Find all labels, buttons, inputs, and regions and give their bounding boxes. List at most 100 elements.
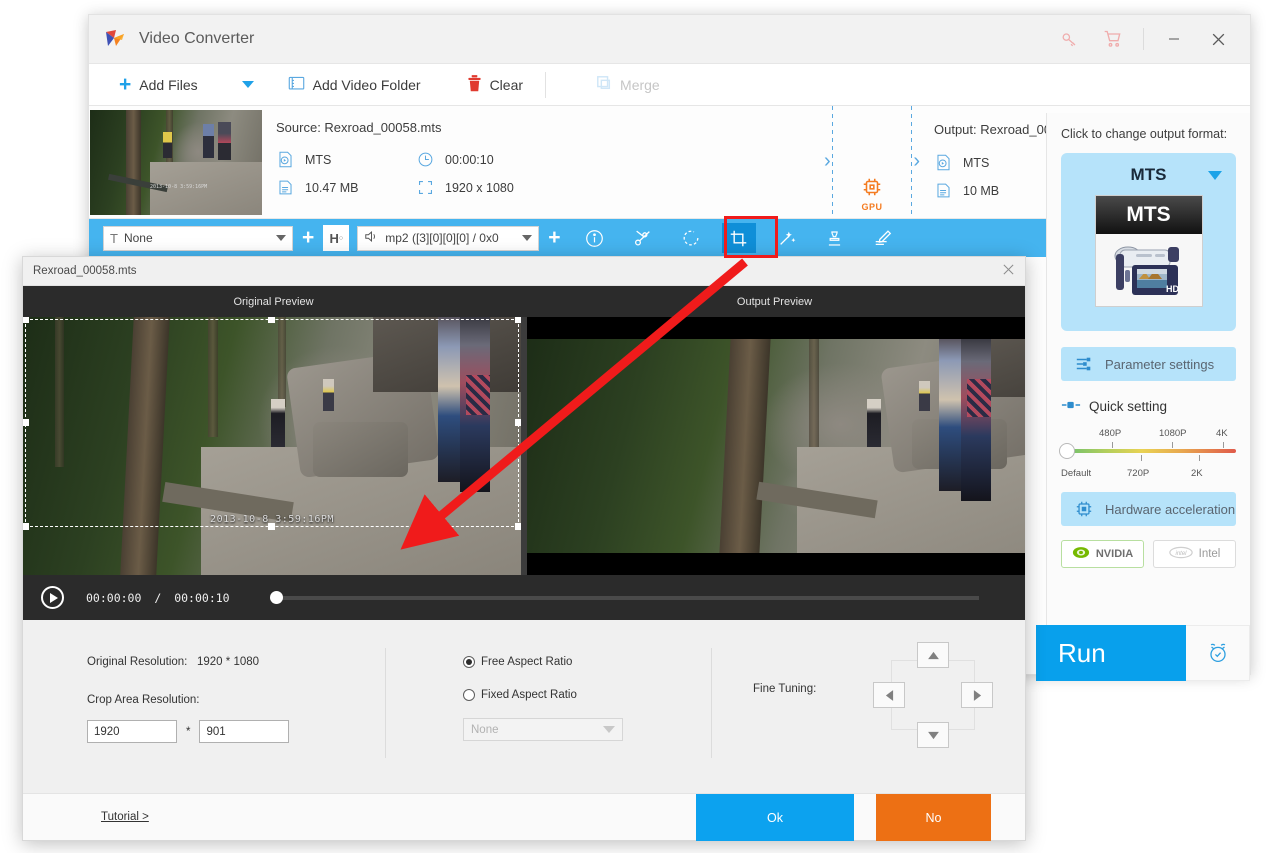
clock-icon [416,151,434,168]
source-resolution-label: 1920 x 1080 [445,180,514,195]
crop-settings-body: Original Resolution: 1920 * 1080 Crop Ar… [23,620,1025,820]
source-duration-label: 00:00:10 [445,152,494,167]
title-bar: Video Converter [89,15,1250,64]
seek-handle[interactable] [269,590,283,604]
add-files-dropdown[interactable] [208,64,264,105]
close-icon[interactable] [1196,15,1240,64]
add-files-button[interactable]: + Add Files [89,64,208,105]
video-file-icon-out [934,154,952,171]
effect-wand-icon[interactable] [770,223,804,253]
gpu-vendor-options: NVIDIA intel Intel [1061,540,1236,568]
source-duration: 00:00:10 [416,151,556,168]
crop-dialog-title: Rexroad_00058.mts [33,265,137,277]
svg-text:HD: HD [1166,284,1179,294]
subtitle-select[interactable]: T None [103,225,293,251]
tick-4k: 4K [1216,428,1228,439]
seek-bar[interactable] [269,590,979,604]
clear-button[interactable]: Clear [431,64,533,105]
cart-icon[interactable] [1091,15,1135,64]
crop-width-input[interactable]: 1920 [87,720,177,743]
subtitle-value: None [123,231,153,245]
fine-tuning-column: Fine Tuning: [753,680,816,695]
original-preview-pane[interactable]: 2013-10-8 3:59:16PM [23,317,527,575]
output-size-label: 10 MB [963,183,1000,198]
crop-width-value: 1920 [94,725,120,738]
fixed-aspect-ratio-option[interactable]: Fixed Aspect Ratio [463,689,623,701]
add-files-label: Add Files [139,76,198,93]
trash-icon [467,74,482,95]
arrow-up-icon[interactable] [917,642,949,668]
folder-video-icon [288,75,305,94]
crop-height-input[interactable]: 901 [199,720,290,743]
watermark-stamp-icon[interactable] [818,223,852,253]
free-aspect-ratio-label: Free Aspect Ratio [481,656,573,668]
output-format-card[interactable]: MTS MTS HD [1061,153,1236,331]
arrow-right-icon[interactable] [961,682,993,708]
titlebar-divider [1143,28,1144,50]
close-icon-crop-dialog[interactable] [1002,263,1015,279]
tutorial-link[interactable]: Tutorial > [101,811,149,823]
hdr-label: H [329,230,339,246]
chip-icon [1075,500,1093,518]
source-size-label: 10.47 MB [305,180,359,195]
plus-icon: + [119,73,132,96]
radio-free-aspect[interactable] [463,656,475,668]
hardware-acceleration-button[interactable]: Hardware acceleration [1061,492,1236,526]
quick-setting-header: Quick setting [1061,399,1236,414]
nvidia-option[interactable]: NVIDIA [1061,540,1144,568]
multiply-symbol: * [186,725,191,738]
video-converter-logo [103,27,127,51]
subtitle-edit-icon[interactable] [866,223,900,253]
source-info: Source: Rexroad_00058.mts MTS 10.47 MB 0… [262,106,824,218]
rotate-icon[interactable] [674,223,708,253]
arrow-left-icon[interactable] [873,682,905,708]
hdr-button[interactable]: H ○ [323,225,350,251]
merge-label: Merge [620,76,660,93]
quality-slider[interactable]: 480P 1080P 4K Default 720P 2K [1059,428,1236,486]
run-label: Run [1058,637,1106,668]
radio-fixed-aspect[interactable] [463,689,475,701]
no-button[interactable]: No [876,794,991,841]
alarm-clock-icon[interactable] [1186,625,1250,681]
audio-select[interactable]: mp2 ([3][0][0][0] / 0x0 [357,225,540,251]
original-resolution-label: Original Resolution: [87,656,188,668]
main-toolbar: + Add Files Add Video Folder Clear Merge [89,64,1250,106]
time-separator: / [154,590,162,605]
intel-option[interactable]: intel Intel [1153,540,1236,568]
run-button[interactable]: Run [1036,625,1186,681]
thumbnail-timestamp: 2013-10-8 3:59:16PM [150,184,208,190]
play-icon[interactable] [41,586,64,609]
slider-knob[interactable] [1059,443,1075,459]
ok-button[interactable]: Ok [696,794,854,841]
cut-scissors-icon[interactable] [626,223,660,253]
merge-icon [596,75,612,94]
add-subtitle-button[interactable]: + [302,226,314,250]
crop-icon[interactable] [721,223,756,253]
nvidia-icon [1072,546,1090,562]
quick-setting-icon [1061,399,1081,414]
merge-button[interactable]: Merge [558,64,670,105]
hardware-acceleration-label: Hardware acceleration [1105,501,1236,517]
info-icon[interactable] [578,223,612,253]
intel-icon: intel [1168,546,1193,562]
crop-area-label: Crop Area Resolution: [87,694,200,706]
key-icon[interactable] [1047,15,1091,64]
tick-default: Default [1061,468,1092,479]
crop-dialog: Rexroad_00058.mts Original Preview Outpu… [22,256,1026,841]
free-aspect-ratio-option[interactable]: Free Aspect Ratio [463,656,623,668]
add-video-folder-button[interactable]: Add Video Folder [264,64,431,105]
quick-setting-label: Quick setting [1089,399,1168,414]
chevron-down-icon-format[interactable] [1208,171,1222,180]
titlebar-controls [1047,15,1250,63]
chevron-down-icon [241,81,254,88]
original-preview-label: Original Preview [233,295,314,308]
tick-2k: 2K [1191,468,1203,479]
parameter-settings-button[interactable]: Parameter settings [1061,347,1236,381]
source-resolution: 1920 x 1080 [416,179,556,196]
minimize-icon[interactable] [1152,15,1196,64]
arrow-down-icon[interactable] [917,722,949,748]
add-audio-button[interactable]: + [548,226,560,250]
chevron-down-icon-audio [522,235,533,241]
intel-label: Intel [1198,548,1221,560]
playback-time: 00:00:00 / 00:00:10 [86,591,230,605]
